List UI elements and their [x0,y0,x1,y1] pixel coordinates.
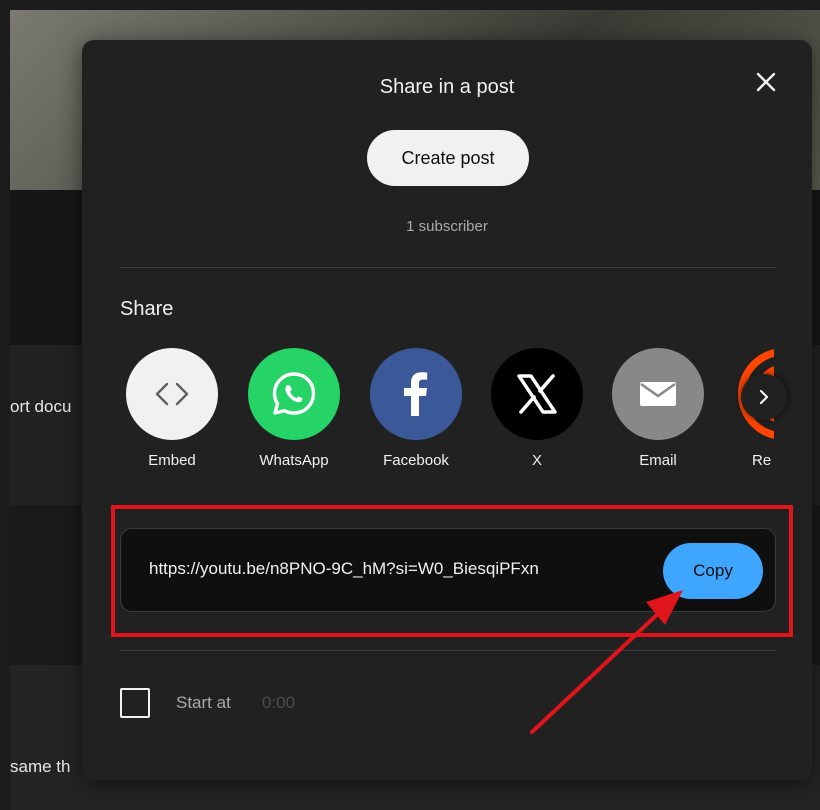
divider [120,267,776,268]
subscriber-count: 1 subscriber [406,218,488,235]
share-option-label: WhatsApp [259,452,329,469]
share-dialog: Share in a post Create post 1 subscriber… [82,40,812,780]
dialog-title: Share in a post [379,76,515,98]
share-option-label: Embed [148,452,196,469]
share-option-email[interactable]: Email [608,348,708,469]
start-at-label: Start at [176,693,231,712]
share-option-label: Facebook [383,452,449,469]
share-option-label: Email [639,452,677,469]
create-post-button[interactable]: Create post [367,130,529,186]
start-at-time-input[interactable]: 0:00 [262,693,295,713]
share-heading: Share [120,298,174,320]
divider [120,650,776,651]
embed-icon [126,348,218,440]
close-icon [756,72,776,92]
next-button[interactable] [741,374,787,420]
share-option-whatsapp[interactable]: WhatsApp [244,348,344,469]
annotation-highlight-box [111,505,793,637]
share-option-facebook[interactable]: Facebook [366,348,466,469]
share-option-x[interactable]: X [487,348,587,469]
start-at-checkbox[interactable] [120,688,150,718]
facebook-icon [370,348,462,440]
whatsapp-icon [248,348,340,440]
share-option-embed[interactable]: Embed [122,348,222,469]
share-option-label: Re [752,452,772,469]
close-button[interactable] [752,68,780,96]
x-icon [491,348,583,440]
share-option-label: X [531,452,542,469]
chevron-right-icon [759,389,769,405]
background-text: same th [10,757,71,776]
email-icon [612,348,704,440]
background-text: ort docu [10,397,72,416]
